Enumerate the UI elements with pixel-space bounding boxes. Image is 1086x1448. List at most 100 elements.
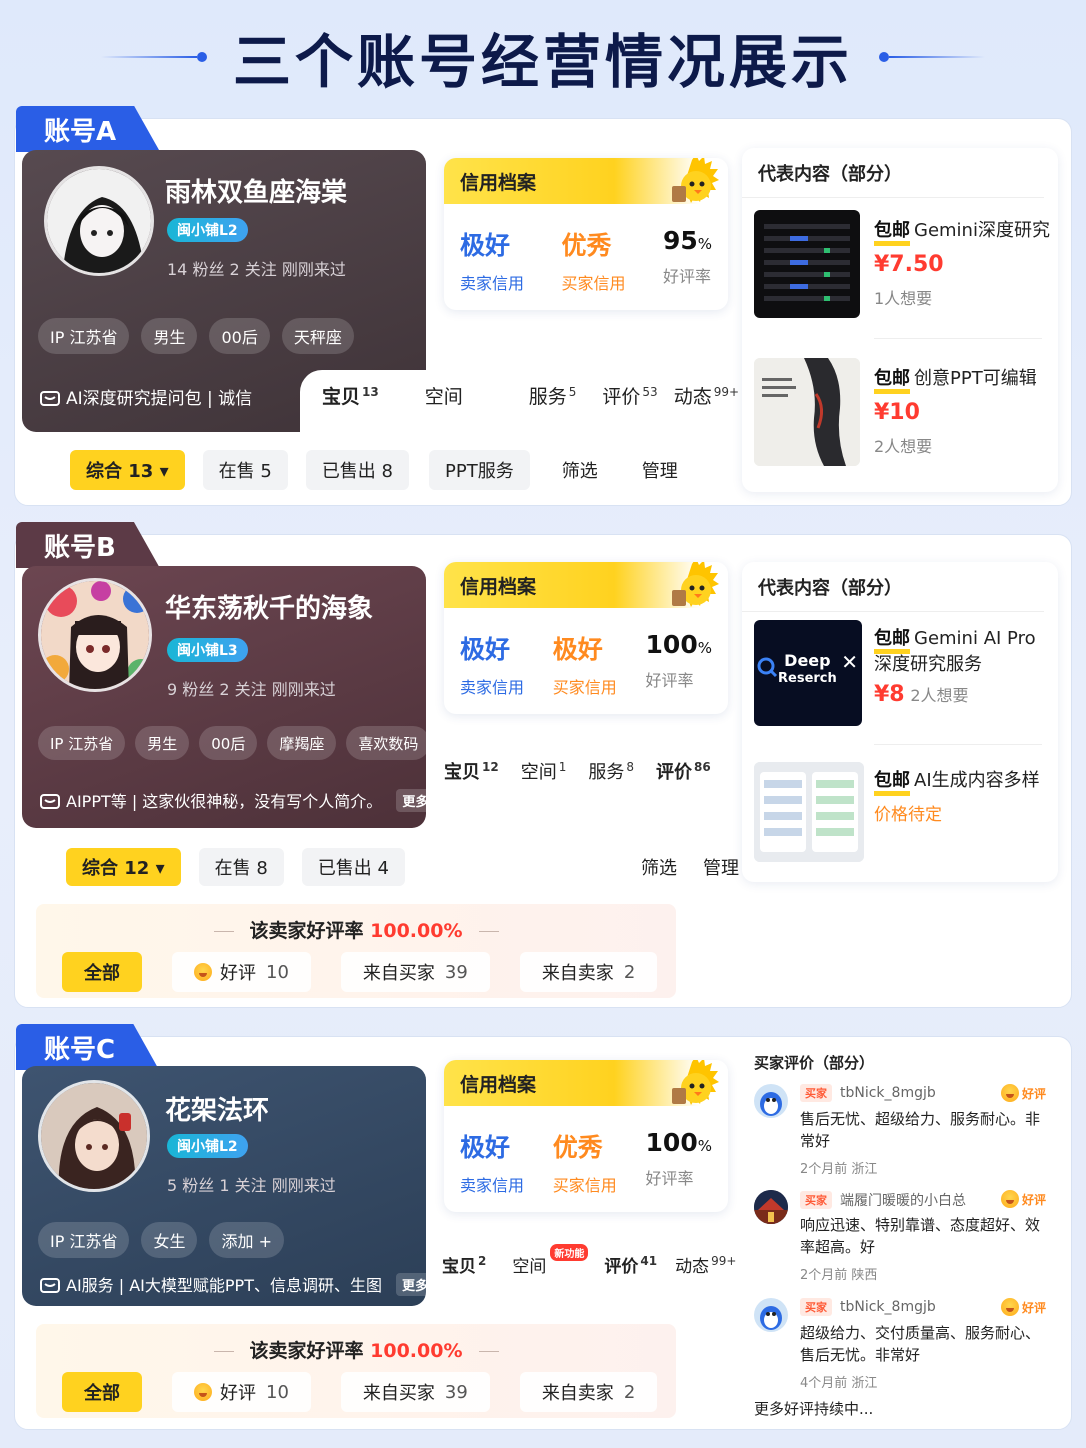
- panel-title: 代表内容（部分）: [742, 148, 1044, 198]
- chip-age: 00后: [199, 726, 258, 760]
- title-decor-right: [879, 52, 985, 62]
- filter-button[interactable]: 筛选: [562, 457, 598, 483]
- more-reviews-note: 更多好评持续中...: [754, 1400, 874, 1418]
- rating-summary: 该卖家好评率 100.00%: [36, 916, 676, 943]
- filter-on-sale[interactable]: 在售 5: [202, 450, 288, 490]
- avatar[interactable]: [44, 166, 154, 276]
- manage-button[interactable]: 管理: [642, 457, 678, 483]
- tab-service[interactable]: 服务 8: [588, 758, 634, 784]
- item-title: 创意PPT可编辑: [914, 368, 1037, 389]
- review-text: 售后无忧、超级给力、服务耐心。非常好: [800, 1110, 1041, 1150]
- profile-name: 花架法环: [165, 1096, 270, 1126]
- avatar[interactable]: [38, 1080, 150, 1192]
- smile-icon: [1000, 1084, 1019, 1102]
- account-b-tab: 账号B: [16, 522, 160, 568]
- tab-activity[interactable]: 动态 99+: [674, 382, 739, 409]
- account-a-tabs: 宝贝 13 空间 服务 5 评价 53 动态 99+: [322, 382, 739, 411]
- free-shipping-tag: 包邮: [874, 770, 910, 796]
- filter-ppt-service[interactable]: PPT服务: [429, 450, 530, 490]
- item-title: Gemini深度研究: [914, 220, 1050, 241]
- review-filter-from-seller[interactable]: 来自卖家 2: [519, 952, 658, 992]
- chip-gender: 男生: [135, 726, 190, 760]
- account-a-filters: 综合 13 ▾ 在售 5 已售出 8 PPT服务 筛选 管理: [70, 450, 678, 490]
- item-price: 价格待定: [874, 805, 942, 825]
- review-filter-from-buyer[interactable]: 来自买家 39: [340, 952, 490, 992]
- filter-all[interactable]: 综合 12 ▾: [66, 848, 181, 886]
- filter-button[interactable]: 筛选: [641, 854, 677, 880]
- review-filter-from-buyer[interactable]: 来自买家 39: [340, 1372, 490, 1412]
- tab-items[interactable]: 宝贝 2: [442, 1252, 486, 1279]
- review-item[interactable]: 买家 端履门暖暖的小白总 好评 响应迅速、特别靠谱、态度超好、效率超高。好 2个月…: [754, 1190, 1050, 1290]
- chip-ip: IP 江苏省: [38, 318, 130, 354]
- buyer-tag: 买家: [800, 1084, 832, 1102]
- seller-credit: 极好 卖家信用: [460, 635, 525, 697]
- title-decor-left: [100, 52, 207, 62]
- account-b-credit-card[interactable]: 信用档案 极好 卖家信用 极好 买家信用 100% 好评率: [444, 562, 728, 714]
- tab-activity[interactable]: 动态 99+: [675, 1252, 736, 1277]
- review-meta: 2个月前 陕西: [800, 1268, 878, 1283]
- tab-reviews[interactable]: 评价 86: [655, 758, 711, 786]
- buyer-tag: 买家: [800, 1191, 832, 1209]
- intro-text: AI深度研究提问包 | 诚信: [66, 389, 253, 409]
- review-filter-good[interactable]: 好评 10: [172, 952, 311, 992]
- review-filter-from-seller[interactable]: 来自卖家 2: [519, 1372, 658, 1412]
- chick-mascot-icon: [672, 1060, 719, 1105]
- filter-all[interactable]: 综合 13 ▾: [70, 450, 185, 490]
- tab-space[interactable]: 空间 新功能: [512, 1244, 589, 1277]
- account-a-credit-card[interactable]: 信用档案 极好 卖家信用 优秀 买家信用 95% 好评率: [444, 158, 728, 310]
- tab-items[interactable]: 宝贝 12: [444, 758, 499, 786]
- smile-icon: [194, 1383, 212, 1401]
- intro-text: AIPPT等 | 这家伙很神秘，没有写个人简介。: [66, 792, 383, 811]
- more-button[interactable]: 更多▸: [396, 788, 441, 812]
- review-item[interactable]: 买家 tbNick_8mgjb 好评 售后无忧、超级给力、服务耐心。非常好 2个月…: [754, 1084, 1050, 1184]
- review-text: 响应迅速、特别靠谱、态度超好、效率超高。好: [800, 1216, 1041, 1256]
- filter-on-sale[interactable]: 在售 8: [198, 848, 284, 886]
- manage-button[interactable]: 管理: [703, 854, 739, 880]
- tab-space[interactable]: 空间 1: [521, 758, 567, 784]
- smile-icon: [194, 963, 212, 981]
- account-b-reputation: 该卖家好评率 100.00% 全部 好评 10 来自买家 39 来自卖家 2: [36, 904, 676, 998]
- profile-chips: IP 江苏省 女生 添加 +: [38, 1222, 284, 1258]
- filter-sold[interactable]: 已售出 8: [305, 450, 409, 490]
- profile-stats: 9 粉丝 2 关注 刚刚来过: [167, 680, 336, 699]
- divider: [874, 338, 1042, 339]
- search-logo-icon: [757, 657, 778, 678]
- filter-sold[interactable]: 已售出 4: [301, 848, 405, 886]
- smile-icon: [1000, 1190, 1019, 1208]
- good-review-badge: 好评: [1000, 1084, 1046, 1102]
- tab-reviews[interactable]: 评价 53: [602, 382, 657, 409]
- item-wants: 2人想要: [910, 686, 969, 705]
- review-filter-all[interactable]: 全部: [62, 1372, 142, 1412]
- item-thumbnail: Deep Reserch ✕: [754, 620, 862, 726]
- profile-name: 雨林双鱼座海棠: [165, 178, 348, 208]
- chick-mascot-icon: [672, 562, 719, 607]
- profile-intro: AI服务 | AI大模型赋能PPT、信息调研、生图 更多▸: [40, 1272, 441, 1296]
- credit-title: 信用档案: [444, 562, 728, 608]
- page-header: 三个账号经营情况展示: [0, 14, 1086, 100]
- avatar[interactable]: [38, 578, 152, 692]
- tab-service[interactable]: 服务 5: [529, 382, 577, 409]
- tab-space[interactable]: 空间: [425, 382, 463, 409]
- review-filter-all[interactable]: 全部: [62, 952, 142, 992]
- level-badge: 闽小铺L2: [167, 218, 248, 242]
- review-filter-good[interactable]: 好评 10: [172, 1372, 311, 1412]
- panel-title: 代表内容（部分）: [742, 562, 1044, 612]
- item-wants: 2人想要: [874, 437, 933, 456]
- profile-intro: AIPPT等 | 这家伙很神秘，没有写个人简介。 更多▸: [40, 788, 441, 812]
- account-c-credit-card[interactable]: 信用档案 极好 卖家信用 优秀 买家信用 100% 好评率: [444, 1060, 728, 1212]
- buyer-credit: 优秀 买家信用: [552, 1133, 617, 1195]
- review-item[interactable]: 买家 tbNick_8mgjb 好评 超级给力、交付质量高、服务耐心、售后无忧。非…: [754, 1298, 1050, 1398]
- account-c-reviews-panel: 买家评价（部分） 买家 tbNick_8mgjb 好评 售后无忧、超级给力、服务耐…: [742, 1044, 1058, 1420]
- more-button[interactable]: 更多▸: [395, 1272, 441, 1296]
- buyer-credit: 优秀 买家信用: [561, 231, 626, 293]
- account-c-profile[interactable]: 花架法环 闽小铺L2 5 粉丝 1 关注 刚刚来过 IP 江苏省 女生 添加 +…: [22, 1066, 441, 1306]
- tab-items[interactable]: 宝贝 13: [322, 382, 379, 411]
- add-tag-button[interactable]: 添加 +: [209, 1222, 284, 1258]
- panel-title: 买家评价（部分）: [754, 1054, 875, 1072]
- tab-reviews[interactable]: 评价 41: [604, 1252, 657, 1279]
- account-b-profile[interactable]: 华东荡秋千的海象 闽小铺L3 9 粉丝 2 关注 刚刚来过 IP 江苏省 男生 …: [22, 566, 441, 828]
- chip-zodiac: 摩羯座: [267, 726, 337, 760]
- item-title: AI生成内容多样: [914, 770, 1040, 791]
- close-icon: ✕: [841, 650, 858, 674]
- account-b-tabs: 宝贝 12 空间 1 服务 8 评价 86: [444, 758, 711, 786]
